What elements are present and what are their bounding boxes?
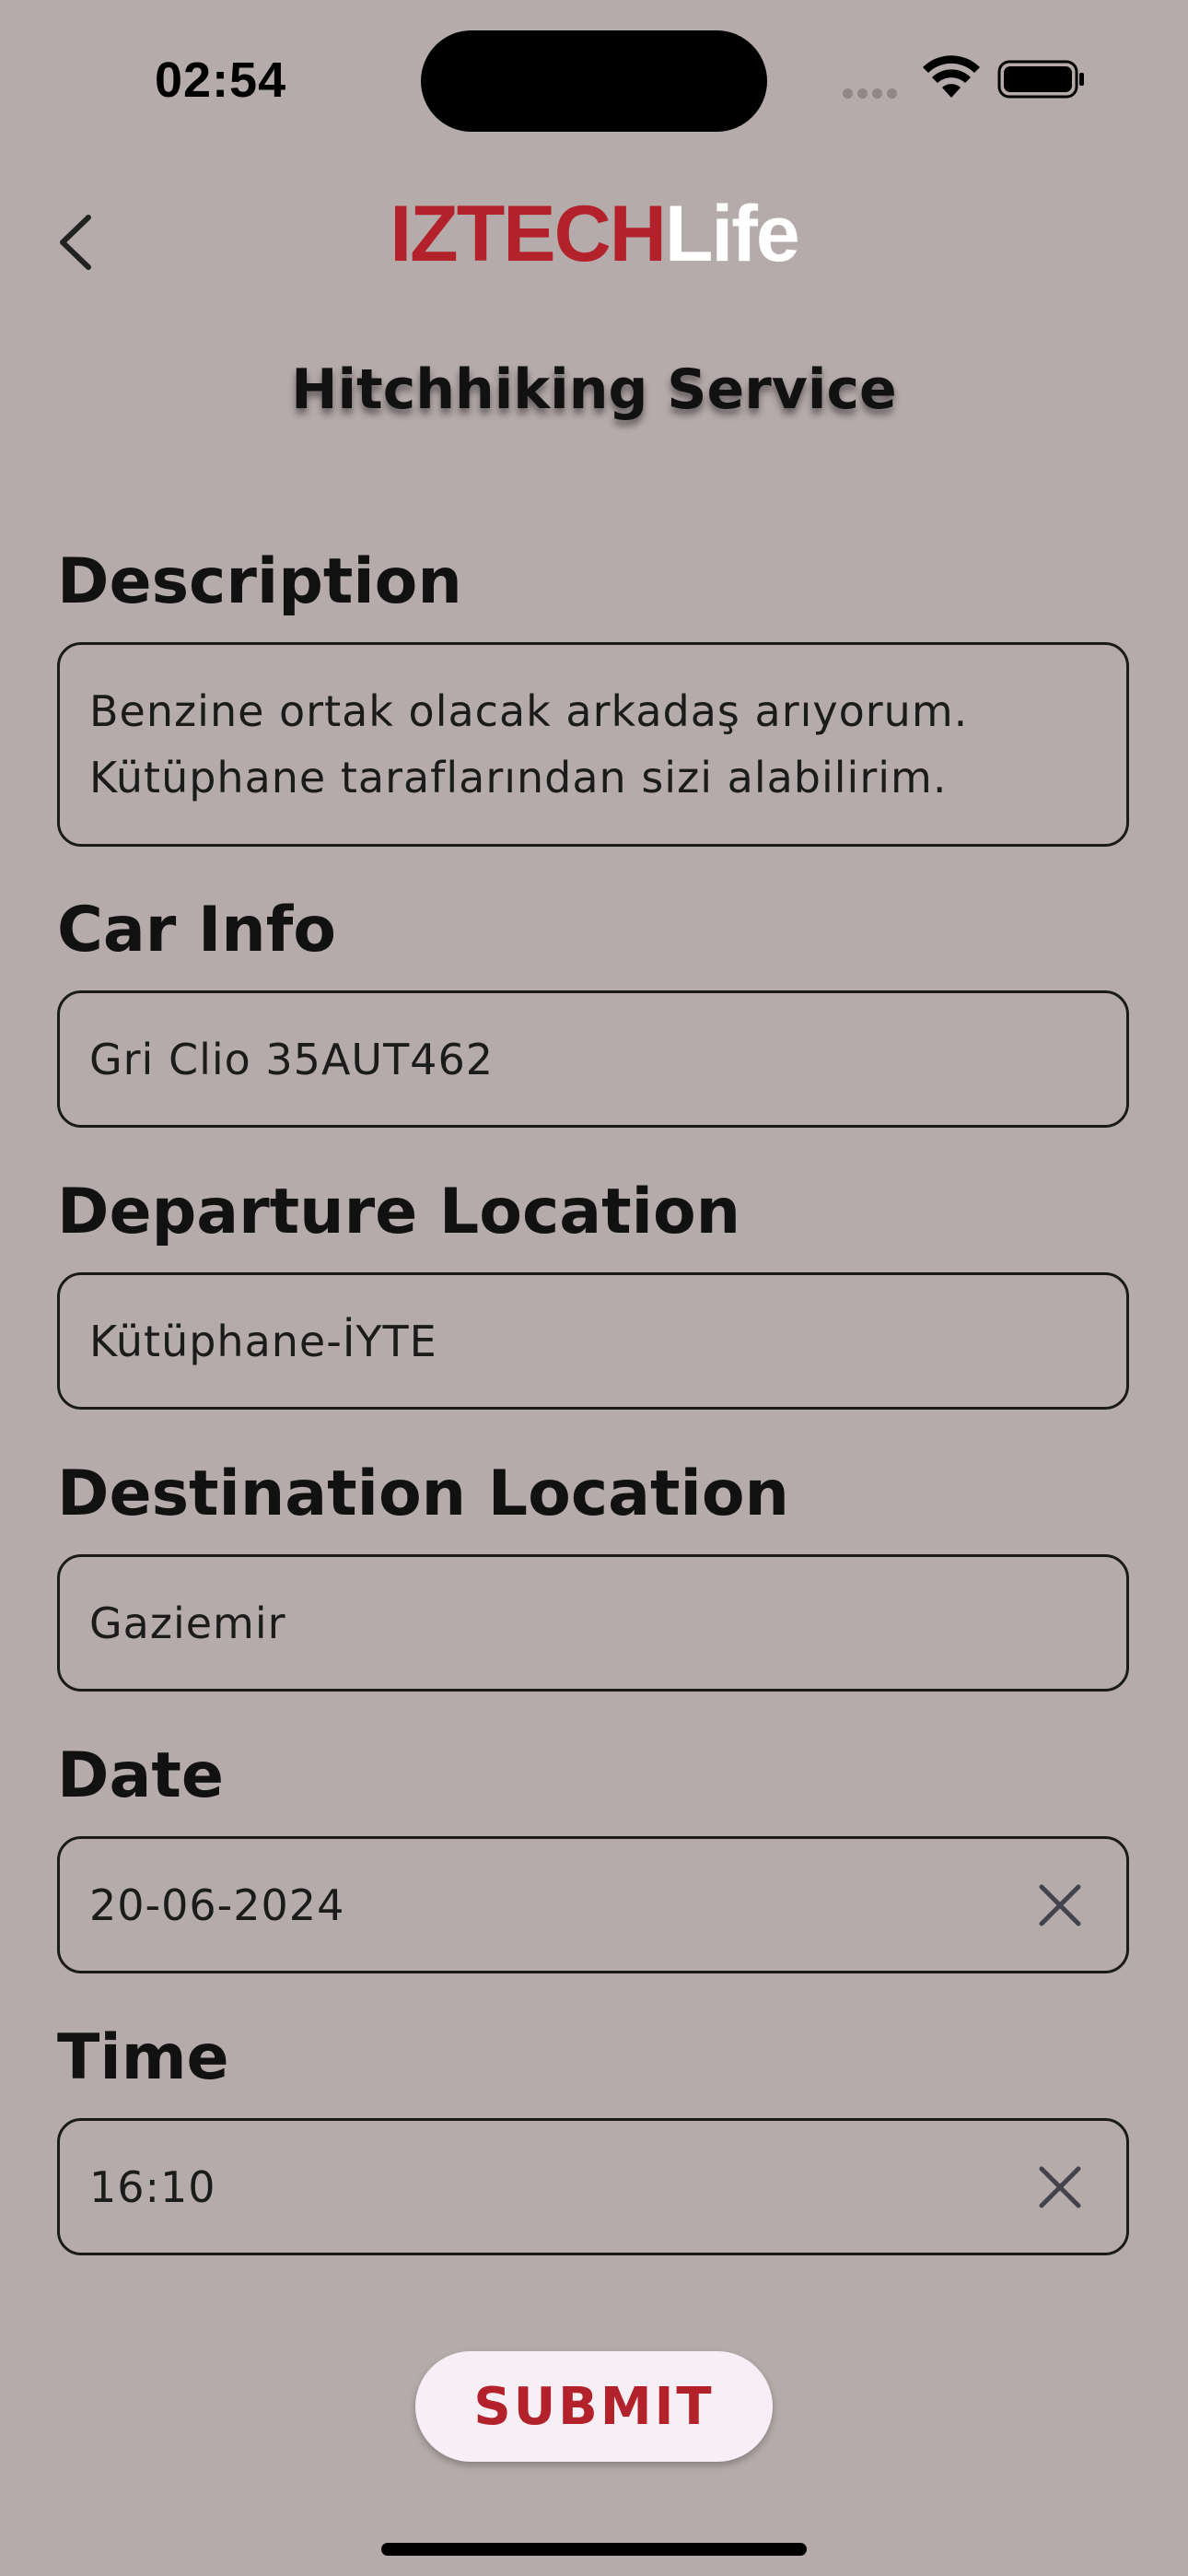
departure-value: Kütüphane-İYTE	[89, 1317, 437, 1366]
dynamic-island	[421, 30, 767, 132]
wifi-icon	[923, 55, 980, 98]
departure-label: Departure Location	[57, 1176, 741, 1248]
car-info-field[interactable]: Gri Clio 35AUT462	[57, 990, 1129, 1128]
car-info-label: Car Info	[57, 894, 337, 966]
page-title: Hitchhiking Service	[291, 357, 897, 422]
submit-button[interactable]: SUBMIT	[415, 2351, 773, 2462]
logo-life: Life	[664, 190, 800, 278]
clear-date-icon[interactable]	[1036, 1881, 1084, 1929]
time-value: 16:10	[89, 2162, 216, 2212]
date-field[interactable]: 20-06-2024	[57, 1836, 1129, 1973]
clear-time-icon[interactable]	[1036, 2163, 1084, 2211]
time-field[interactable]: 16:10	[57, 2118, 1129, 2255]
date-label: Date	[57, 1739, 224, 1812]
logo-iztech: IZTECH	[390, 190, 667, 278]
destination-value: Gaziemir	[89, 1598, 286, 1648]
app-logo: IZTECHLife	[0, 189, 1188, 280]
description-value: Benzine ortak olacak arkadaş arıyorum. K…	[89, 686, 969, 802]
destination-field[interactable]: Gaziemir	[57, 1554, 1129, 1692]
description-label: Description	[57, 545, 462, 618]
status-time: 02:54	[155, 53, 287, 108]
time-label: Time	[57, 2021, 229, 2094]
departure-field[interactable]: Kütüphane-İYTE	[57, 1272, 1129, 1410]
home-indicator	[381, 2543, 807, 2556]
destination-label: Destination Location	[57, 1458, 789, 1530]
car-info-value: Gri Clio 35AUT462	[89, 1035, 494, 1084]
date-value: 20-06-2024	[89, 1880, 345, 1930]
battery-icon	[997, 60, 1084, 99]
cellular-signal-icon	[843, 85, 902, 102]
description-field[interactable]: Benzine ortak olacak arkadaş arıyorum. K…	[57, 642, 1129, 847]
